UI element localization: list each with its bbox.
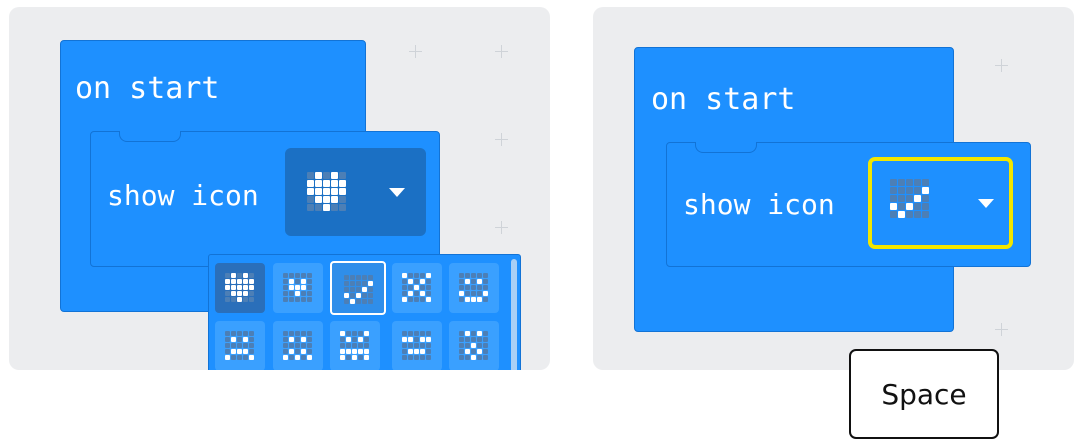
workspace-left[interactable]: on start show icon <box>9 7 550 370</box>
space-key-label: Space <box>881 377 967 411</box>
heart-icon <box>225 273 254 302</box>
small-heart-icon <box>283 273 312 302</box>
show-icon-label: show icon <box>107 179 259 212</box>
picker-option-happy[interactable] <box>449 263 499 313</box>
block-notch <box>695 142 757 153</box>
icon-dropdown-field[interactable] <box>285 148 426 236</box>
space-key: Space <box>849 349 999 439</box>
angry-icon <box>340 331 369 360</box>
on-start-label: on start <box>651 82 796 117</box>
asleep-icon <box>402 331 431 360</box>
show-icon-block[interactable]: show icon <box>90 131 440 267</box>
grid-plus <box>409 45 422 58</box>
picker-option-confused[interactable] <box>273 321 323 370</box>
grid-plus <box>995 323 1008 336</box>
icon-picker-dropdown[interactable] <box>208 254 521 370</box>
no-icon <box>402 273 431 302</box>
chevron-down-icon <box>389 188 405 197</box>
on-start-label: on start <box>75 71 220 106</box>
workspace-right[interactable]: on start show icon <box>593 7 1074 370</box>
show-icon-block[interactable]: show icon <box>666 142 1031 267</box>
picker-option-asleep[interactable] <box>392 321 442 370</box>
grid-plus <box>995 59 1008 72</box>
confused-icon <box>283 331 312 360</box>
grid-plus <box>495 45 508 58</box>
yes-icon <box>344 275 373 304</box>
picker-scrollbar[interactable] <box>511 259 517 370</box>
happy-icon <box>459 273 488 302</box>
grid-plus <box>495 221 508 234</box>
picker-option-surprised[interactable] <box>449 321 499 370</box>
picker-option-angry[interactable] <box>330 321 380 370</box>
picker-option-heart[interactable] <box>215 263 265 313</box>
block-notch <box>119 131 181 142</box>
surprised-icon <box>459 331 488 360</box>
show-icon-label: show icon <box>683 188 835 221</box>
sad-icon <box>225 331 254 360</box>
focus-outline <box>868 157 1013 249</box>
heart-icon <box>307 172 346 211</box>
picker-option-yes[interactable] <box>330 261 386 315</box>
grid-plus <box>495 133 508 146</box>
picker-option-no[interactable] <box>392 263 442 313</box>
picker-option-small-heart[interactable] <box>273 263 323 313</box>
picker-option-sad[interactable] <box>215 321 265 370</box>
